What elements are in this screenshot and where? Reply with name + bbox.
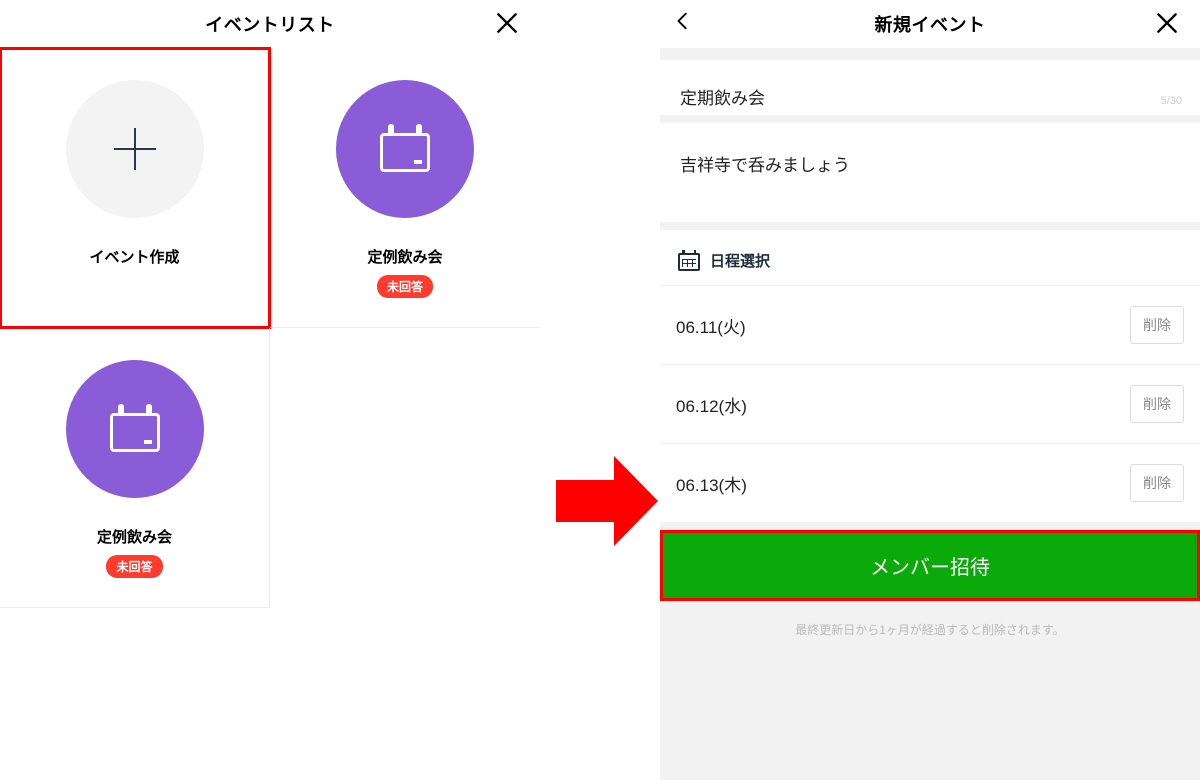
event-tile[interactable]: 定例飲み会 未回答 [0,328,270,608]
event-circle [66,360,204,498]
date-selection-section: 日程選択 06.11(火) 削除 06.12(水) 削除 06.13(木) 削除 [660,230,1200,522]
status-badge: 未回答 [106,555,162,578]
char-counter: 5/30 [1161,95,1182,107]
event-list-screen: イベントリスト イベント作成 定例飲み会 未回答 [0,0,540,780]
date-section-label: 日程選択 [710,250,770,271]
invite-members-button[interactable]: メンバー招待 [660,530,1200,601]
close-icon[interactable] [494,10,522,38]
page-title: 新規イベント [875,11,986,37]
date-row: 06.13(木) 削除 [660,444,1200,522]
event-circle [336,80,474,218]
event-desc-input[interactable]: 吉祥寺で呑みましょう [660,123,1200,222]
calendar-mini-icon [678,251,700,271]
page-title: イベントリスト [205,11,335,37]
event-title-value: 定期飲み会 [680,89,765,108]
new-event-header: 新規イベント [660,0,1200,48]
back-icon[interactable] [672,10,700,38]
date-row: 06.11(火) 削除 [660,286,1200,365]
invite-section: メンバー招待 [660,530,1200,601]
date-row: 06.12(水) 削除 [660,365,1200,444]
close-icon[interactable] [1154,10,1182,38]
status-badge: 未回答 [377,275,433,298]
event-desc-value: 吉祥寺で呑みましょう [680,156,850,175]
create-event-tile[interactable]: イベント作成 [0,48,270,328]
plus-icon [114,128,156,170]
date-text: 06.12(水) [676,392,1130,417]
event-tile[interactable]: 定例飲み会 未回答 [270,48,540,328]
delete-date-button[interactable]: 削除 [1130,464,1184,502]
event-grid: イベント作成 定例飲み会 未回答 定例飲み会 未回答 [0,48,540,608]
tile-label: 定例飲み会 [97,526,172,547]
calendar-icon [380,126,430,172]
delete-date-button[interactable]: 削除 [1130,385,1184,423]
event-title-input[interactable]: 定期飲み会 5/30 [660,60,1200,115]
date-section-header: 日程選択 [660,230,1200,286]
create-event-circle [66,80,204,218]
new-event-screen: 新規イベント 定期飲み会 5/30 吉祥寺で呑みましょう 日程選択 06.11(… [660,0,1200,780]
date-text: 06.13(木) [676,471,1130,496]
footnote: 最終更新日から1ヶ月が経過すると削除されます。 [660,601,1200,658]
tile-label: 定例飲み会 [367,246,442,267]
tile-label: イベント作成 [89,246,179,267]
delete-date-button[interactable]: 削除 [1130,306,1184,344]
event-list-header: イベントリスト [0,0,540,48]
empty-tile [270,328,540,608]
calendar-icon [110,406,160,452]
date-text: 06.11(火) [676,313,1130,338]
